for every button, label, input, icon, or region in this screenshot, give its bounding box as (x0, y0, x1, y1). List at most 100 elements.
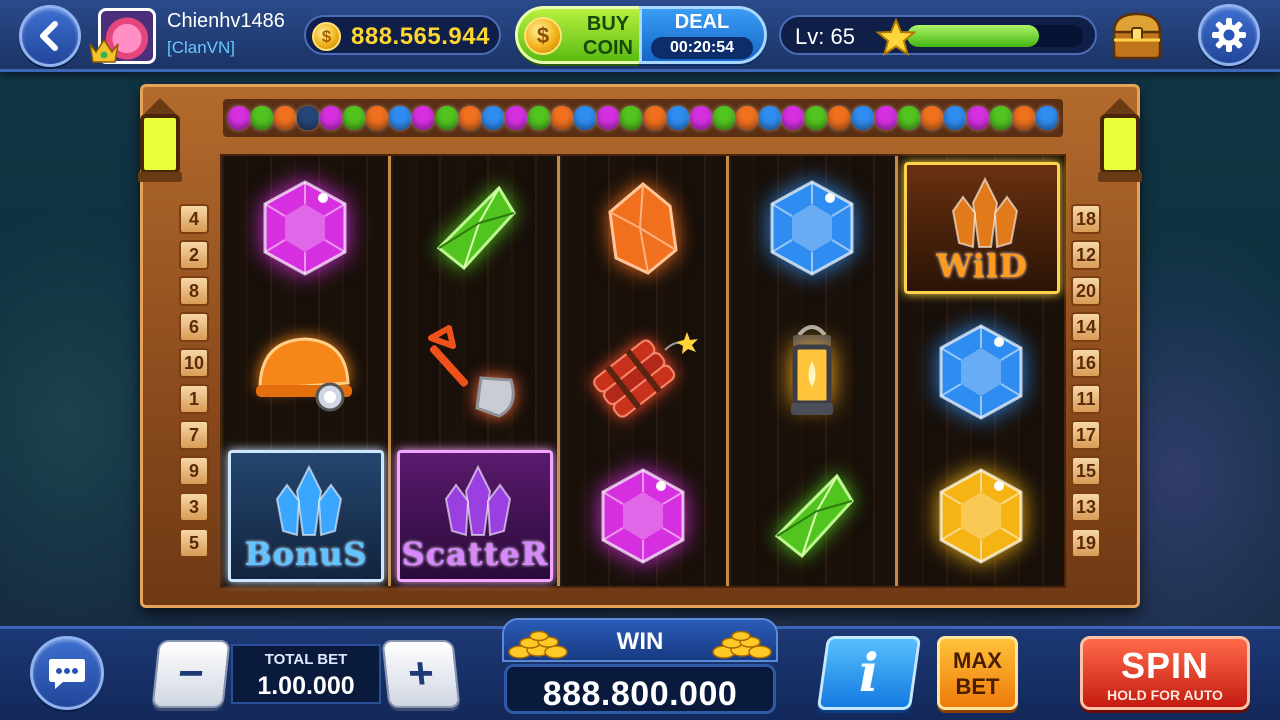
total-bet-label: TOTAL BET (264, 651, 348, 668)
symbol-lantern (729, 300, 895, 444)
buy-coin-label-1: BUY (586, 13, 630, 35)
mini-gem-icon (620, 106, 643, 130)
purple-gem-icon (263, 180, 347, 276)
symbol-blue-gem (729, 156, 895, 300)
deal-label: DEAL (674, 11, 730, 33)
max-bet-button[interactable]: MAX BET (937, 636, 1018, 710)
mini-gem-icon (227, 106, 250, 130)
mini-gem-icon (527, 106, 550, 130)
mini-gem-icon (481, 106, 504, 130)
mini-gem-icon (1036, 106, 1059, 130)
mini-gem-icon (458, 106, 481, 130)
payline-number: 18 (1071, 204, 1101, 234)
info-button[interactable]: i (816, 636, 922, 710)
max-bet-label-2: BET (955, 674, 1000, 699)
xp-progress-bar (907, 25, 1083, 47)
lantern-icon (1098, 98, 1142, 182)
payline-number: 19 (1071, 528, 1101, 558)
green-gem-icon (774, 473, 854, 559)
payline-number: 13 (1071, 492, 1101, 522)
xp-progress-fill (907, 25, 1039, 47)
payline-number: 3 (179, 492, 209, 522)
mini-gem-icon (689, 106, 712, 130)
mini-gem-icon (851, 106, 874, 130)
orange-gem-icon (608, 182, 678, 275)
payline-number: 9 (179, 456, 209, 486)
chat-button[interactable] (30, 636, 104, 710)
level-indicator: Lv: 65 (779, 15, 1097, 56)
payline-number: 1 (179, 384, 209, 414)
rank-badge-icon (89, 38, 119, 63)
total-bet-display: TOTAL BET 1.00.000 (231, 644, 381, 704)
back-button[interactable] (19, 5, 81, 67)
treasure-chest-icon[interactable] (1108, 6, 1166, 64)
decrease-bet-button[interactable]: − (151, 640, 231, 708)
payline-number: 4 (179, 204, 209, 234)
spin-button[interactable]: SPIN HOLD FOR AUTO (1080, 636, 1250, 710)
info-icon: i (859, 642, 879, 704)
mini-gem-icon (412, 106, 435, 130)
increase-bet-button[interactable]: + (381, 640, 461, 708)
mini-gem-icon (874, 106, 897, 130)
deal-timer: 00:20:54 (651, 37, 753, 59)
lantern-icon (138, 98, 182, 182)
win-header: WIN (502, 618, 778, 662)
star-icon (875, 18, 917, 56)
payline-number: 16 (1071, 348, 1101, 378)
buy-coin-button[interactable]: $ BUY COIN (515, 6, 642, 64)
slot-machine-frame: 4 2 8 6 10 1 7 9 3 5 18 12 20 14 16 11 17 15 13 19 BonuS Sc… (140, 84, 1140, 608)
dynamite-icon (593, 332, 698, 418)
coin-icon: $ (312, 22, 341, 51)
payline-number: 11 (1071, 384, 1101, 414)
reel-5: WilD (898, 156, 1064, 586)
scatter-symbol: ScatteR (397, 450, 553, 582)
total-bet-panel: − TOTAL BET 1.00.000 + (151, 640, 461, 708)
mini-gem-icon (990, 106, 1013, 130)
level-text: Lv: 65 (795, 24, 855, 49)
mini-gem-icon (782, 106, 805, 130)
reels-area: BonuS ScatteR WilD (220, 154, 1066, 588)
back-arrow-icon (40, 21, 58, 51)
payline-number: 5 (179, 528, 209, 558)
settings-button[interactable] (1198, 4, 1260, 66)
payline-number: 10 (179, 348, 209, 378)
symbol-orange-gem (560, 156, 726, 300)
payline-number: 14 (1071, 312, 1101, 342)
lantern-icon (791, 325, 833, 415)
shovel-icon (428, 325, 515, 418)
symbol-wild: WilD (898, 156, 1064, 300)
payline-number: 8 (179, 276, 209, 306)
clan-name[interactable]: [ClanVN] (167, 38, 235, 58)
payline-number: 20 (1071, 276, 1101, 306)
symbol-purple-gem (560, 444, 726, 588)
crystal-icon (951, 176, 1019, 249)
total-bet-value: 1.00.000 (257, 672, 355, 700)
mini-gem-icon (296, 106, 319, 130)
mini-gem-icon (389, 106, 412, 130)
mini-gem-icon (712, 106, 735, 130)
buy-coin-label-2: COIN (583, 37, 633, 59)
mini-gem-icon (828, 106, 851, 130)
symbol-dynamite (560, 300, 726, 444)
payline-number: 2 (179, 240, 209, 270)
reel-3 (560, 156, 729, 586)
bonus-symbol: BonuS (228, 450, 384, 582)
spin-hold-hint: HOLD FOR AUTO (1107, 687, 1223, 703)
blue-gem-icon (939, 324, 1023, 420)
chat-icon (49, 659, 85, 689)
mini-gem-icon (435, 106, 458, 130)
mini-gem-icon (1013, 106, 1036, 130)
mini-gem-icon (967, 106, 990, 130)
deal-button[interactable]: DEAL 00:20:54 (639, 6, 767, 64)
payline-numbers-right: 18 12 20 14 16 11 17 15 13 19 (1071, 204, 1101, 564)
mini-gem-icon (643, 106, 666, 130)
spin-label: SPIN (1120, 645, 1210, 686)
mini-gem-icon (343, 106, 366, 130)
payline-number: 17 (1071, 420, 1101, 450)
symbol-green-gem (729, 444, 895, 588)
max-bet-label-1: MAX (953, 648, 1002, 673)
blue-gem-icon (770, 180, 854, 276)
miner-helmet-icon (256, 337, 352, 412)
symbol-miner-helmet (222, 300, 388, 444)
yellow-gem-icon (939, 468, 1023, 564)
